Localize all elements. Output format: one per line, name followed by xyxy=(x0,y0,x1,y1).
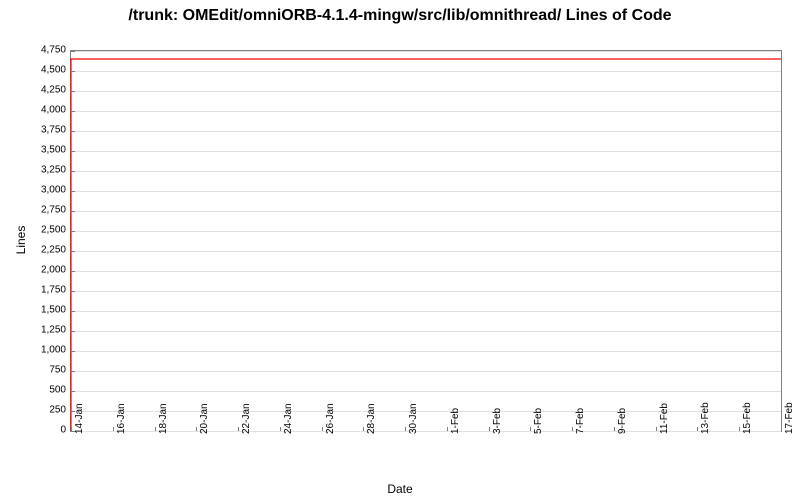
x-tick-label: 5-Feb xyxy=(533,408,544,434)
y-tick-label: 2,250 xyxy=(41,245,66,256)
y-tick-label: 3,500 xyxy=(41,145,66,156)
y-tick-label: 3,000 xyxy=(41,185,66,196)
x-tick-label: 14-Jan xyxy=(74,403,85,434)
gridline-h xyxy=(71,391,781,392)
x-tick-label: 17-Feb xyxy=(784,402,795,434)
y-tick-label: 3,250 xyxy=(41,165,66,176)
y-tick-label: 4,500 xyxy=(41,65,66,76)
y-tick-label: 1,000 xyxy=(41,345,66,356)
gridline-h xyxy=(71,411,781,412)
y-tick-label: 750 xyxy=(49,365,66,376)
y-tick-label: 1,750 xyxy=(41,285,66,296)
gridline-h xyxy=(71,431,781,432)
x-tick-label: 20-Jan xyxy=(199,403,210,434)
x-tick-label: 30-Jan xyxy=(408,403,419,434)
gridline-h xyxy=(71,51,781,52)
gridline-h xyxy=(71,291,781,292)
gridline-h xyxy=(71,191,781,192)
gridline-h xyxy=(71,71,781,72)
loc-chart: /trunk: OMEdit/omniORB-4.1.4-mingw/src/l… xyxy=(0,0,800,500)
gridline-h xyxy=(71,111,781,112)
x-tick-label: 16-Jan xyxy=(116,403,127,434)
gridline-h xyxy=(71,271,781,272)
chart-title: /trunk: OMEdit/omniORB-4.1.4-mingw/src/l… xyxy=(0,0,800,27)
gridline-h xyxy=(71,91,781,92)
x-tick-label: 15-Feb xyxy=(742,402,753,434)
y-tick-label: 2,500 xyxy=(41,225,66,236)
x-axis-label: Date xyxy=(387,482,412,496)
y-tick-label: 3,750 xyxy=(41,125,66,136)
gridline-h xyxy=(71,351,781,352)
gridline-h xyxy=(71,211,781,212)
y-tick-label: 4,000 xyxy=(41,105,66,116)
y-tick-label: 0 xyxy=(60,425,66,436)
x-tick-label: 26-Jan xyxy=(325,403,336,434)
y-tick-label: 250 xyxy=(49,405,66,416)
gridline-h xyxy=(71,171,781,172)
plot-area xyxy=(70,50,782,432)
x-tick-label: 28-Jan xyxy=(366,403,377,434)
gridline-h xyxy=(71,331,781,332)
series-line xyxy=(71,51,781,431)
x-tick-label: 11-Feb xyxy=(659,403,670,434)
y-tick-label: 2,750 xyxy=(41,205,66,216)
x-tick-label: 22-Jan xyxy=(241,403,252,434)
y-tick-label: 4,750 xyxy=(41,45,66,56)
x-tick-label: 7-Feb xyxy=(575,408,586,434)
gridline-h xyxy=(71,231,781,232)
gridline-h xyxy=(71,151,781,152)
x-tick-label: 24-Jan xyxy=(283,403,294,434)
y-axis-label: Lines xyxy=(14,226,28,255)
x-tick-label: 18-Jan xyxy=(158,403,169,434)
gridline-h xyxy=(71,251,781,252)
y-tick-label: 1,250 xyxy=(41,325,66,336)
y-tick-label: 4,250 xyxy=(41,85,66,96)
gridline-h xyxy=(71,131,781,132)
x-tick-label: 13-Feb xyxy=(700,402,711,434)
gridline-h xyxy=(71,371,781,372)
x-tick-label: 9-Feb xyxy=(617,408,628,434)
x-tick-label: 3-Feb xyxy=(492,408,503,434)
y-tick-label: 500 xyxy=(49,385,66,396)
y-tick-label: 2,000 xyxy=(41,265,66,276)
y-tick-label: 1,500 xyxy=(41,305,66,316)
gridline-h xyxy=(71,311,781,312)
x-tick-label: 1-Feb xyxy=(450,408,461,434)
